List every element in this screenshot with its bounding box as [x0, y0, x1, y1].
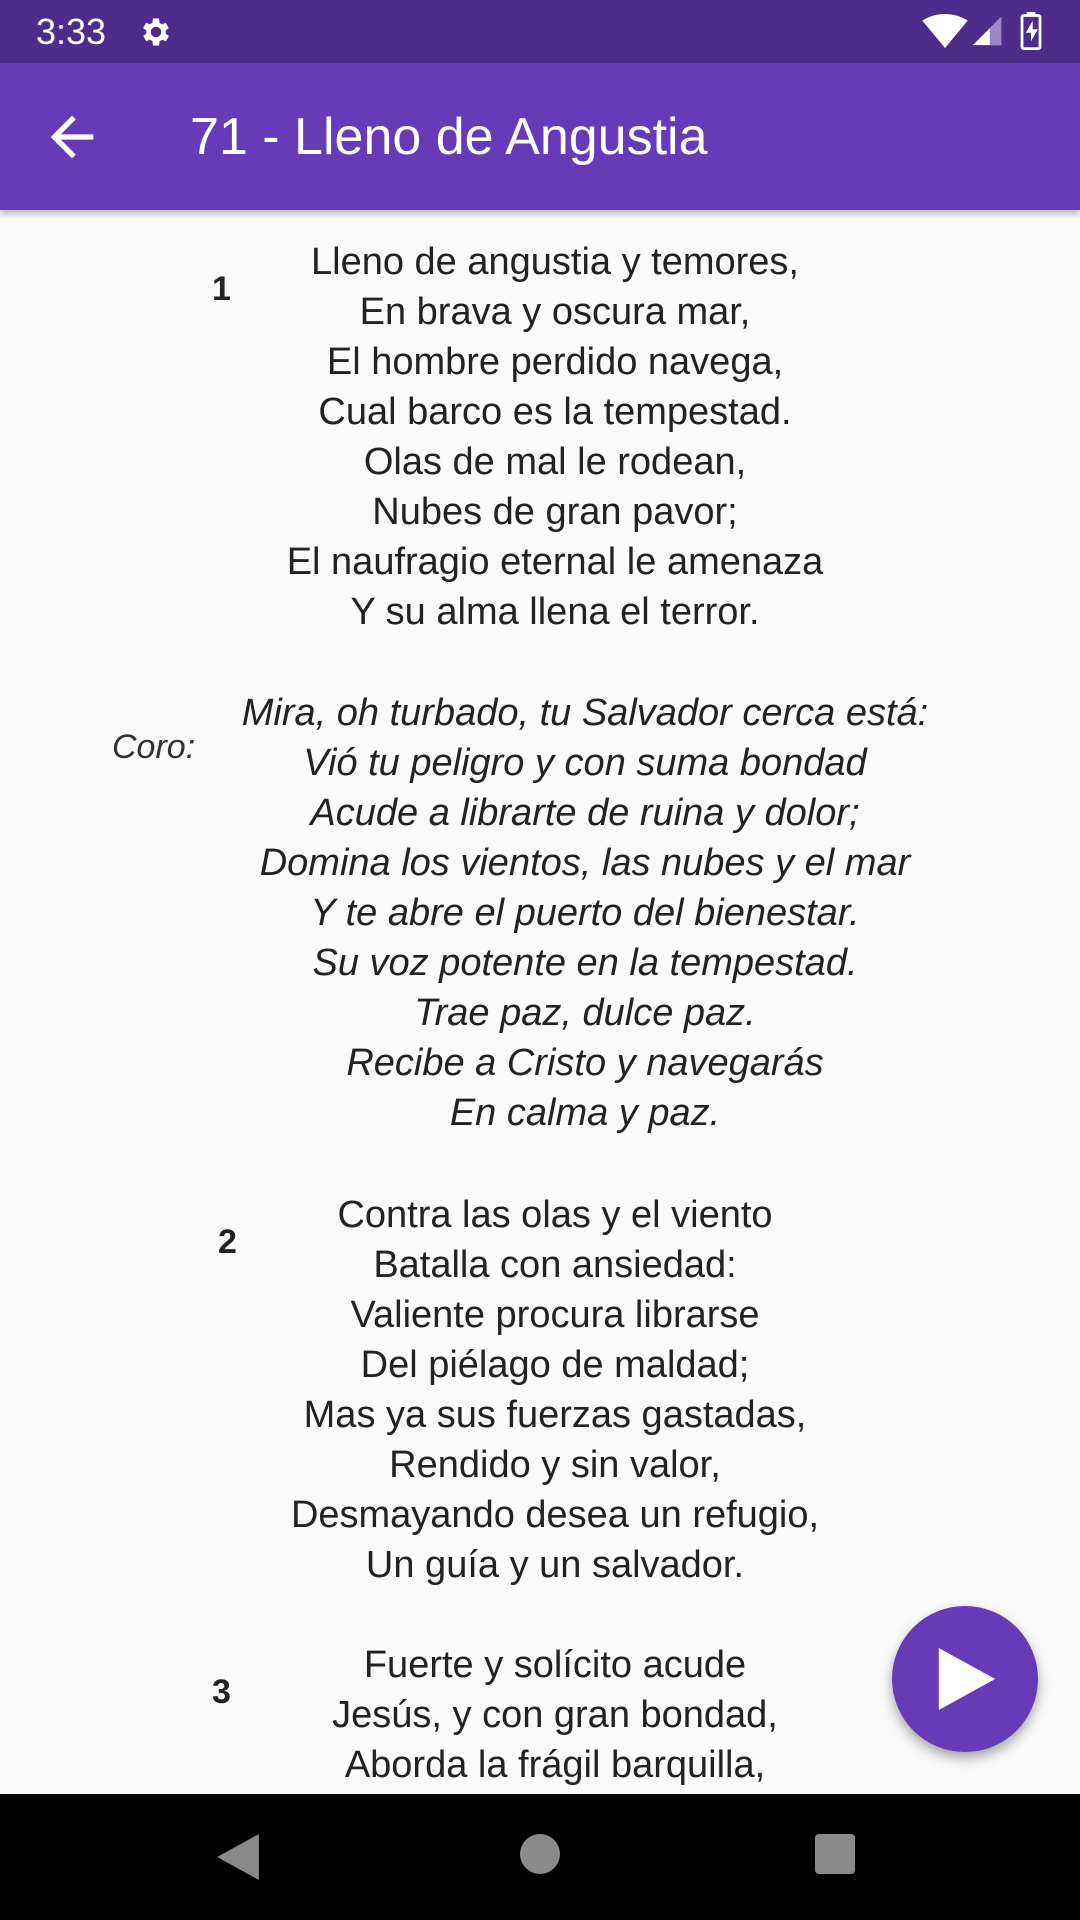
lyric-line: Un guía y un salvador. [365, 1544, 745, 1586]
lyric-line: Fuerte y solícito acude [363, 1644, 747, 1686]
status-time: 3:33 [36, 11, 107, 52]
app-bar: 71 - Lleno de Angustia [0, 63, 1080, 210]
lyric-line: Acude a librarte de ruina y dolor; [310, 792, 860, 834]
play-icon [938, 1648, 996, 1710]
gear-icon [143, 18, 169, 46]
lyric-line: Jesús, y con gran bondad, [332, 1694, 778, 1736]
chorus: Mira, oh turbado, tu Salvador cerca está… [150, 688, 1020, 1138]
lyric-line: Desmayando desea un refugio, [290, 1494, 820, 1536]
verse-1: Lleno de angustia y temores, En brava y … [120, 237, 990, 637]
lyric-line: Del piélago de maldad; [360, 1344, 750, 1386]
navigation-bar [0, 1794, 1080, 1920]
lyric-line: Lleno de angustia y temores, [311, 241, 799, 283]
verse-2: Contra las olas y el viento Batalla con … [120, 1190, 990, 1590]
signal-icon [972, 16, 1002, 46]
verse-3: Fuerte y solícito acude Jesús, y con gra… [120, 1640, 990, 1790]
lyric-line: El naufragio eternal le amenaza [286, 541, 824, 583]
lyric-line: Aborda la frágil barquilla, [344, 1744, 766, 1786]
lyric-line: Olas de mal le rodean, [363, 441, 747, 483]
wifi-icon [922, 14, 968, 48]
lyric-line: Recibe a Cristo y navegarás [346, 1042, 824, 1084]
lyric-line: Cual barco es la tempestad. [318, 391, 792, 433]
lyric-line: En brava y oscura mar, [359, 291, 751, 333]
battery-icon [1020, 12, 1042, 50]
lyric-line: Su voz potente en la tempestad. [312, 942, 858, 984]
lyric-line: Mas ya sus fuerzas gastadas, [303, 1394, 807, 1436]
lyric-line: Domina los vientos, las nubes y el mar [259, 842, 911, 884]
arrow-left-icon[interactable] [40, 105, 104, 169]
nav-home-icon[interactable] [520, 1834, 560, 1874]
nav-back-icon[interactable] [215, 1834, 261, 1880]
lyric-line: Y su alma llena el terror. [350, 591, 760, 633]
lyric-line: Rendido y sin valor, [389, 1444, 721, 1486]
page-title: 71 - Lleno de Angustia [190, 108, 708, 166]
lyric-line: Trae paz, dulce paz. [414, 992, 756, 1034]
lyric-line: Contra las olas y el viento [337, 1194, 773, 1236]
lyric-line: Nubes de gran pavor; [372, 491, 738, 533]
lyrics-scroll-area[interactable]: 1 Lleno de angustia y temores, En brava … [0, 210, 1080, 1794]
lyric-line: El hombre perdido navega, [326, 341, 784, 383]
lyric-line: En calma y paz. [449, 1092, 721, 1134]
lyric-line: Vió tu peligro y con suma bondad [303, 742, 867, 784]
lyric-line: Batalla con ansiedad: [373, 1244, 737, 1286]
status-bar: 3:33 [0, 0, 1080, 63]
lyric-line: Valiente procura librarse [350, 1294, 760, 1336]
lyric-line: Mira, oh turbado, tu Salvador cerca está… [241, 692, 929, 734]
nav-recent-icon[interactable] [815, 1834, 855, 1874]
play-button[interactable] [892, 1606, 1038, 1752]
lyric-line: Y te abre el puerto del bienestar. [310, 892, 860, 934]
